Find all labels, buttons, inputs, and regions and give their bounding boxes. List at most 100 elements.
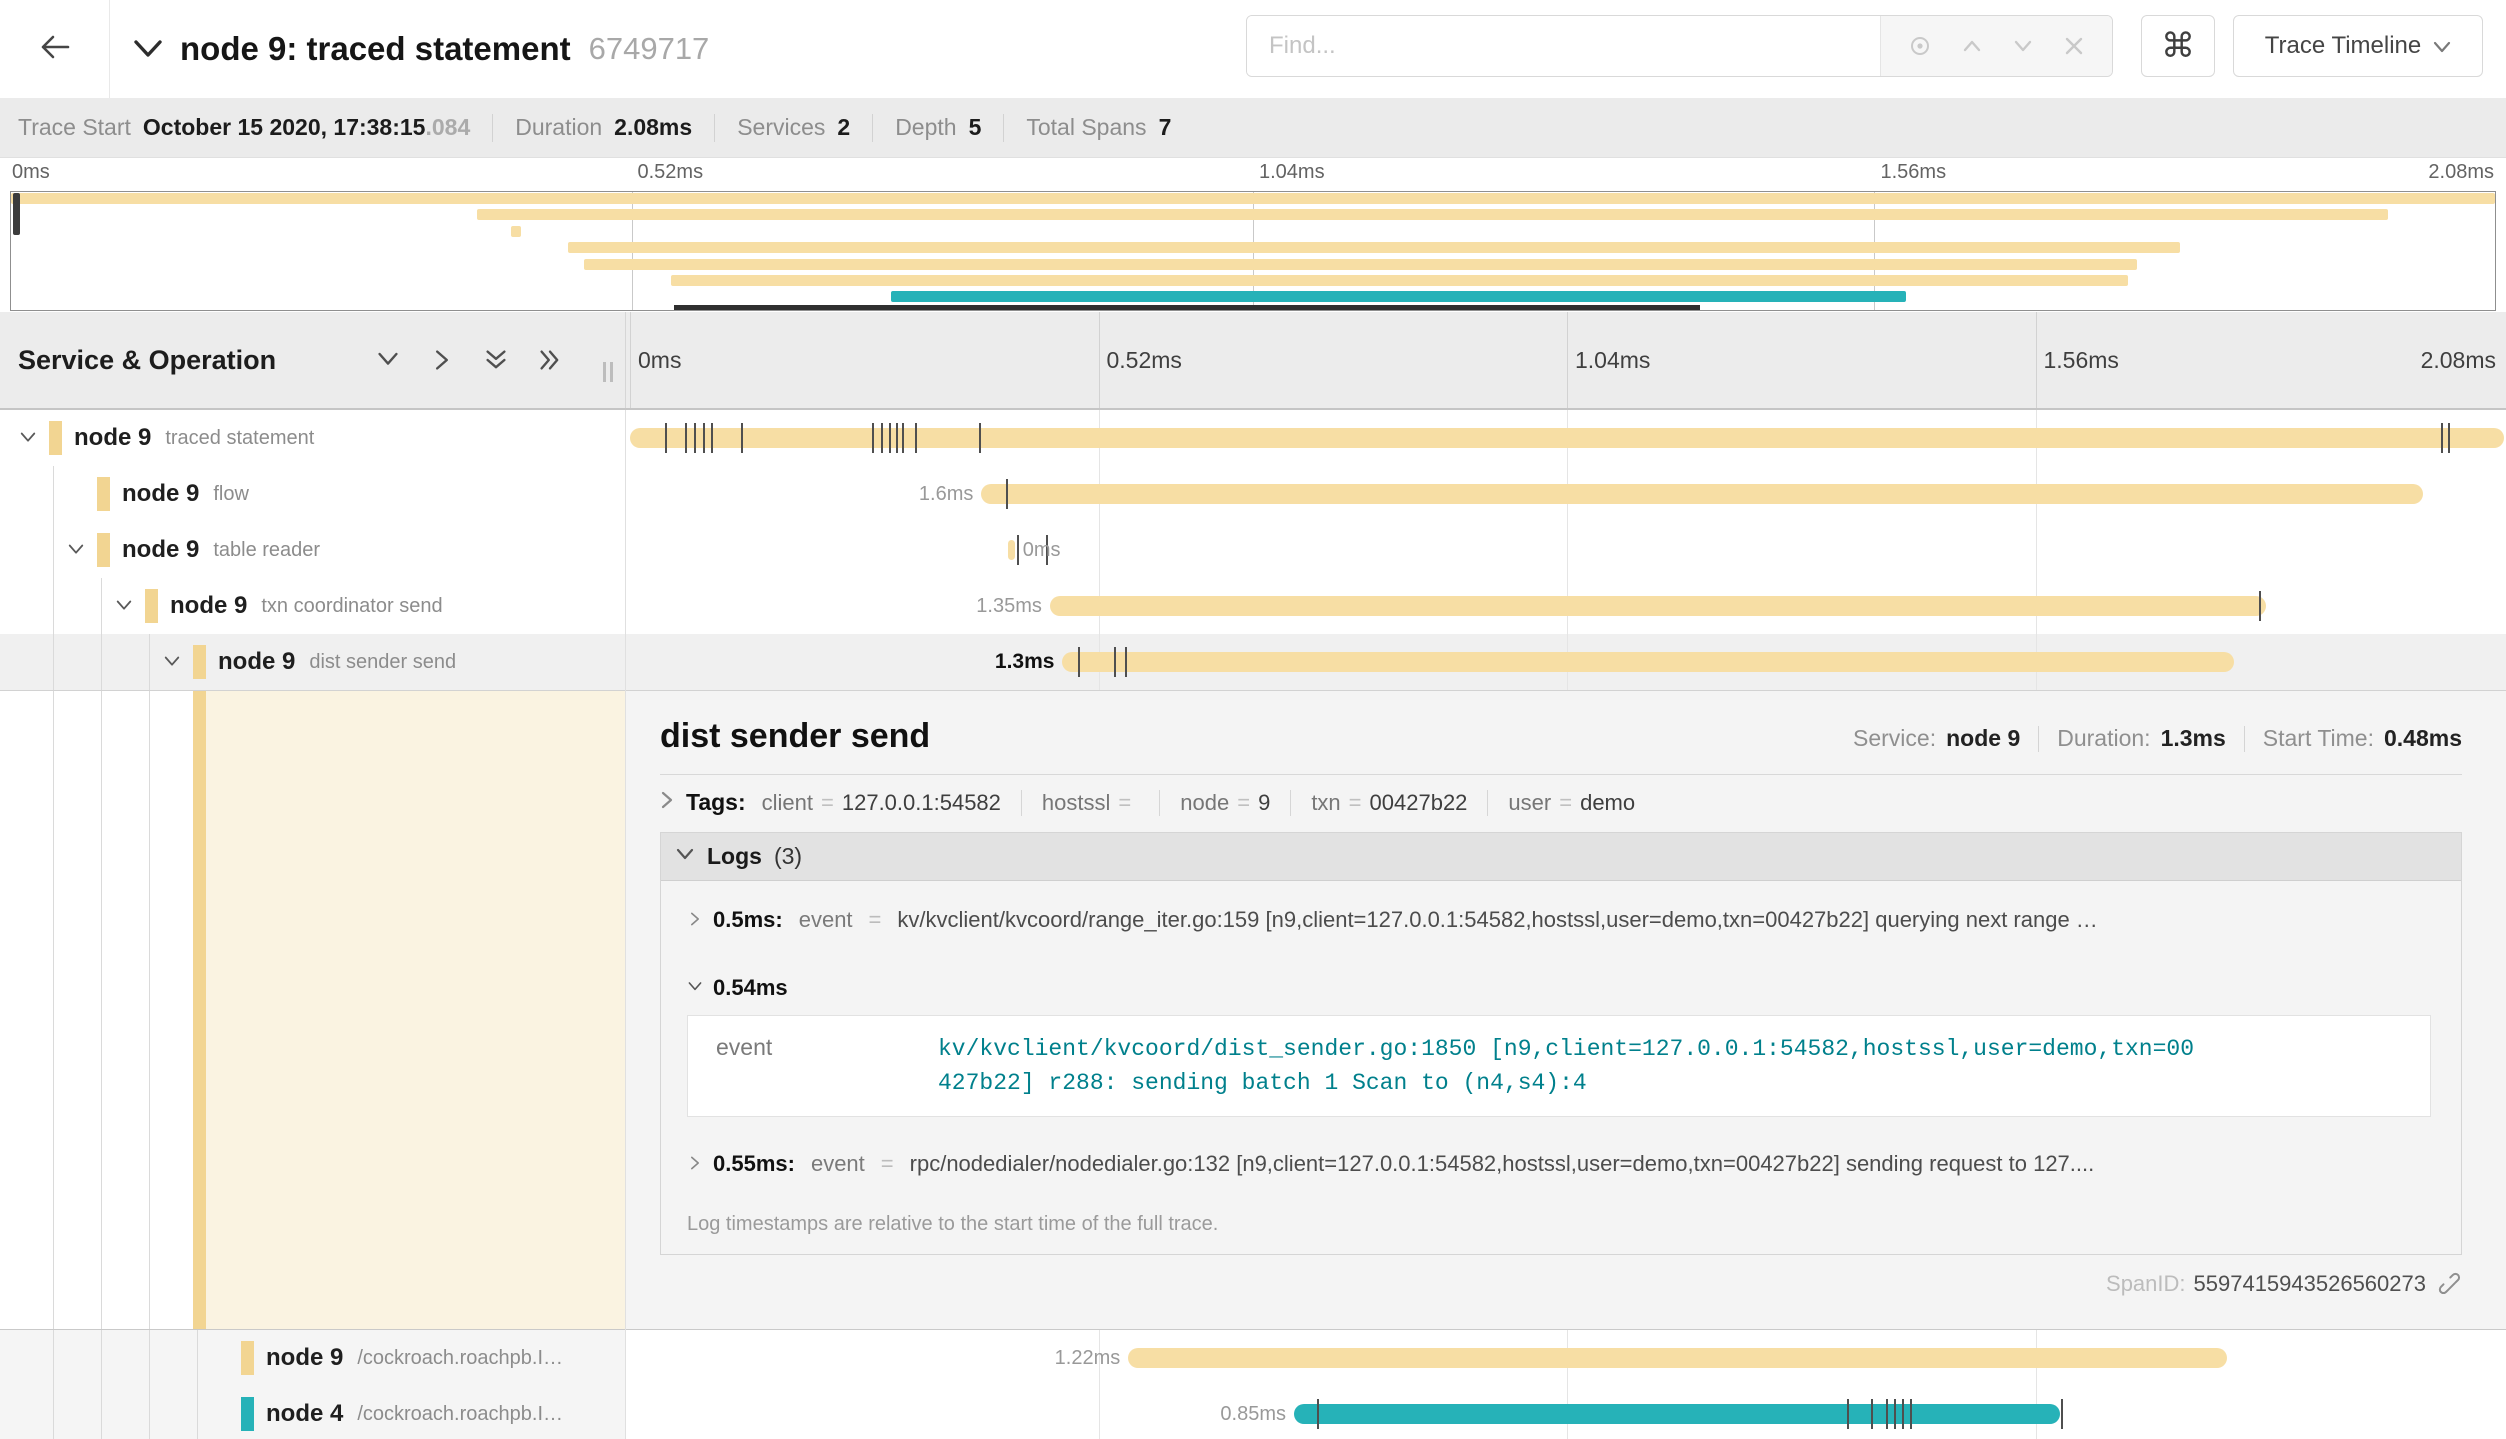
operation-name: /cockroach.roachpb.I… [357, 1347, 563, 1370]
indent-guide [101, 1386, 102, 1439]
span-name-cell[interactable]: node 9txn coordinator send [0, 578, 626, 634]
span-row: node 9txn coordinator send1.35ms [0, 578, 2506, 634]
service-operation-title: Service & Operation [18, 345, 276, 376]
expand-all-icon[interactable] [538, 348, 562, 372]
tags-label: Tags: [686, 789, 746, 816]
metadata-item: Depth5 [895, 114, 981, 141]
trace-view-selector[interactable]: Trace Timeline [2233, 15, 2483, 77]
span-log-marker [1114, 647, 1116, 677]
trace-timeline-page: node 9: traced statement 6749717 [0, 0, 2506, 1439]
tag-value: 00427b22 [1370, 790, 1468, 815]
tag-value: demo [1580, 790, 1635, 815]
timeline-header-tick-label: 0ms [638, 312, 681, 408]
tags-toggle[interactable]: Tags: [660, 789, 762, 816]
divider [1003, 114, 1004, 142]
span-name-cell[interactable]: node 4/cockroach.roachpb.I… [0, 1386, 626, 1439]
chevron-down-icon[interactable] [19, 429, 37, 452]
service-operation-header: Service & Operation [0, 312, 625, 408]
chevron-down-icon[interactable] [163, 653, 181, 676]
selected-span-color-bar [193, 691, 206, 1329]
equals-sign: = [875, 1151, 900, 1177]
clear-search-icon[interactable] [2062, 34, 2086, 58]
trace-minimap: 0ms0.52ms1.04ms1.56ms2.08ms [0, 158, 2506, 312]
chevron-down-icon [2433, 32, 2451, 60]
detail-meta-value: 1.3ms [2161, 725, 2226, 752]
log-entry[interactable]: 0.55ms:event=rpc/nodedialer/nodedialer.g… [661, 1125, 2461, 1203]
service-name: node 4 [266, 1400, 343, 1428]
log-entry[interactable]: 0.5ms:event=kv/kvclient/kvcoord/range_it… [661, 881, 2461, 959]
span-log-marker [1902, 1399, 1904, 1429]
span-name-cell[interactable]: node 9dist sender send [0, 634, 626, 690]
span-detail-card: dist sender send Service:node 9Duration:… [626, 691, 2506, 1329]
logs-toggle[interactable]: Logs (3) [661, 833, 2461, 881]
column-resizer-grip[interactable] [603, 362, 613, 382]
column-divider[interactable] [625, 312, 626, 408]
indent-guide [53, 1386, 54, 1439]
span-log-marker [2448, 423, 2450, 453]
span-bar[interactable] [981, 484, 2423, 504]
tag-item: txn=00427b22 [1311, 790, 1467, 816]
log-field-key: event [799, 907, 853, 933]
divider [1159, 790, 1160, 816]
selected-span-highlight [206, 691, 626, 1329]
title-collapse-chevron-icon[interactable] [132, 38, 164, 60]
span-row: node 4/cockroach.roachpb.I…0.85ms [0, 1386, 2506, 1439]
span-name-cell[interactable]: node 9flow [0, 466, 626, 522]
find-group [1246, 15, 2113, 77]
span-id-value: 5597415943526560273 [2194, 1271, 2426, 1297]
deep-link-icon[interactable] [2438, 1272, 2462, 1296]
span-duration-label: 1.3ms [995, 648, 1055, 676]
operation-name: table reader [213, 539, 320, 562]
span-bar[interactable] [1128, 1348, 2227, 1368]
focus-match-icon[interactable] [1907, 33, 1933, 59]
collapse-one-icon[interactable] [376, 348, 400, 372]
axis-tick-label: 0ms [12, 161, 50, 184]
span-row: node 9/cockroach.roachpb.I…1.22ms [0, 1330, 2506, 1386]
span-bar[interactable] [1008, 540, 1015, 560]
prev-match-icon[interactable] [1959, 33, 1985, 59]
timeline-header-tick-label: 2.08ms [2421, 312, 2496, 408]
chevron-down-icon[interactable] [67, 541, 85, 564]
span-detail-header: dist sender send Service:node 9Duration:… [660, 717, 2462, 756]
log-entry-toggle[interactable]: 0.54ms [687, 975, 2431, 1001]
span-bar[interactable] [1050, 596, 2266, 616]
chevron-down-icon[interactable] [115, 597, 133, 620]
find-input[interactable] [1247, 16, 1880, 76]
tag-item: hostssl= [1042, 790, 1139, 816]
span-timeline-cell [626, 410, 2506, 466]
logs-section: Logs (3) 0.5ms:event=kv/kvclient/kvcoord… [660, 832, 2462, 1255]
operation-name: txn coordinator send [261, 595, 442, 618]
tag-item: client=127.0.0.1:54582 [762, 790, 1001, 816]
span-name-cell[interactable]: node 9traced statement [0, 410, 626, 466]
metadata-item: Duration2.08ms [515, 114, 692, 141]
minimap-canvas[interactable] [10, 191, 2496, 311]
collapse-all-icon[interactable] [484, 348, 508, 372]
span-bar[interactable] [630, 428, 2504, 448]
trace-id: 6749717 [589, 31, 710, 67]
span-timeline-cell: 0.85ms [626, 1386, 2506, 1439]
timeline-header-tick-label: 1.56ms [2044, 312, 2119, 408]
span-name-cell[interactable]: node 9/cockroach.roachpb.I… [0, 1330, 626, 1386]
next-match-icon[interactable] [2010, 33, 2036, 59]
minimap-drag-handle[interactable] [13, 193, 20, 235]
expand-one-icon[interactable] [430, 348, 454, 372]
indent-guide [149, 691, 150, 1329]
minimap-scrubber[interactable] [674, 305, 1700, 310]
span-row: node 9traced statement [0, 410, 2506, 466]
tag-value: 9 [1258, 790, 1270, 815]
indent-guide [197, 1386, 198, 1439]
keyboard-shortcuts-button[interactable]: ⌘ [2141, 15, 2215, 77]
tags-list: client=127.0.0.1:54582hostssl=node=9txn=… [762, 790, 1635, 816]
chevron-down-icon [687, 975, 703, 1001]
metadata-item: Trace StartOctober 15 2020, 17:38:15.084 [18, 114, 470, 141]
span-name-cell[interactable]: node 9table reader [0, 522, 626, 578]
indent-guide [101, 691, 102, 1329]
span-timeline-inner: 1.3ms [630, 634, 2504, 690]
span-bar[interactable] [1294, 1404, 2060, 1424]
indent-guide [101, 1330, 102, 1386]
minimap-axis: 0ms0.52ms1.04ms1.56ms2.08ms [10, 161, 2496, 189]
back-button[interactable] [0, 0, 110, 98]
span-bar[interactable] [1062, 652, 2233, 672]
find-suffix [1880, 16, 2112, 76]
indent-guide [101, 634, 102, 690]
